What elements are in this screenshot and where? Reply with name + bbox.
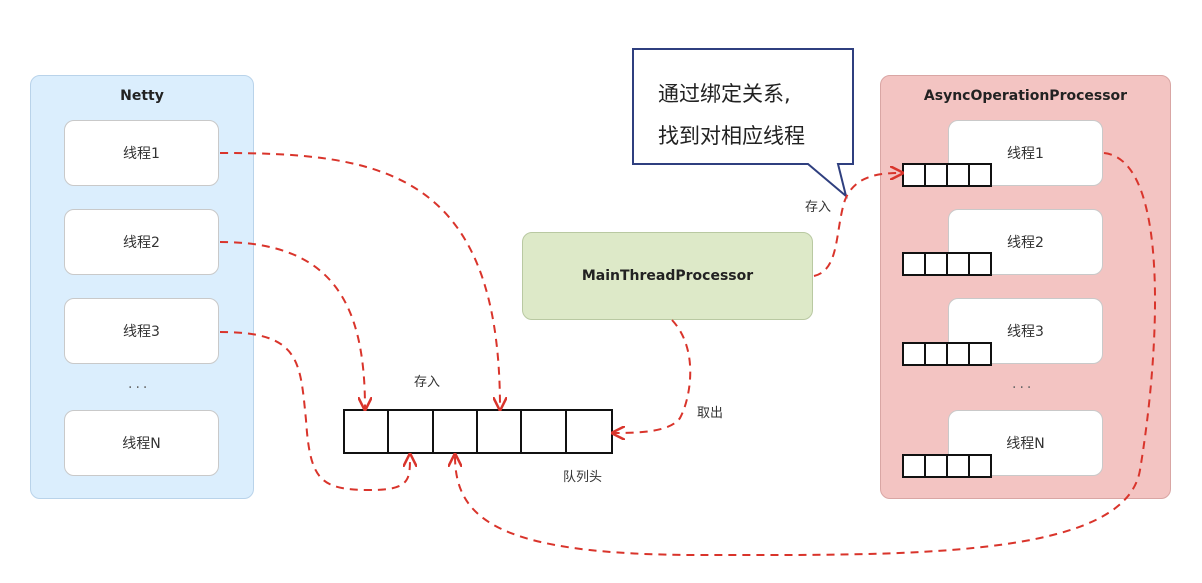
arrow-netty-thread3-to-queue [219, 331, 410, 492]
diagram-connectors [219, 48, 1156, 557]
arrow-netty-thread2-to-queue [219, 241, 365, 408]
arrow-main-to-queue [614, 319, 692, 433]
arrow-main-to-async [813, 173, 901, 277]
callout-text: 通过绑定关系, 找到对相应线程 [658, 73, 805, 157]
callout-line-2: 找到对相应线程 [658, 124, 805, 148]
callout-line-1: 通过绑定关系, [658, 82, 791, 106]
arrow-netty-thread1-to-queue [219, 152, 500, 408]
arrow-async-thread1-to-queue [455, 152, 1156, 557]
